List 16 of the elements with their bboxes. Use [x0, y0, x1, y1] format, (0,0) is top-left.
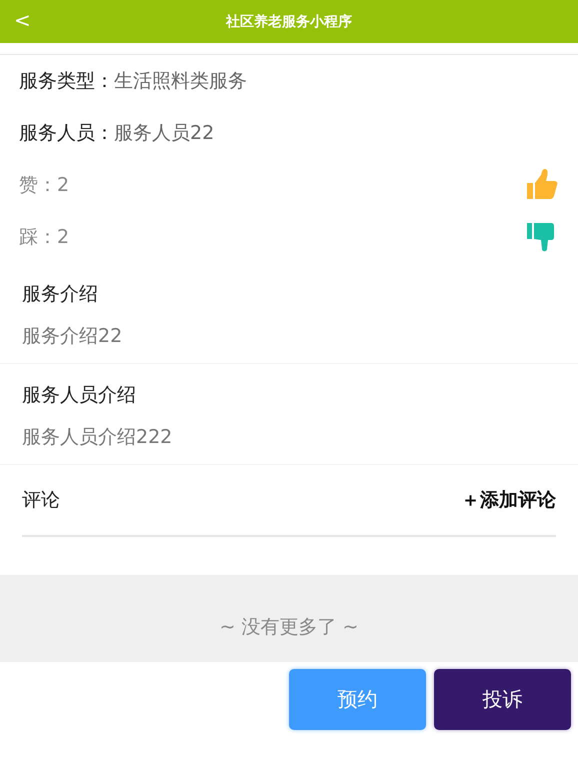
complain-button[interactable]: 投诉	[434, 669, 571, 730]
field-value: 服务人员22	[114, 121, 214, 146]
page-title: 社区养老服务小程序	[226, 12, 352, 30]
section-text: 服务人员介绍222	[22, 425, 174, 450]
field-label: 服务类型：	[19, 69, 114, 94]
field-label: 服务人员：	[19, 121, 114, 146]
end-note: ~ 没有更多了 ~	[220, 615, 358, 640]
thumbs-up-icon[interactable]	[526, 169, 558, 201]
vote-count: 踩：2	[19, 225, 70, 250]
vote-count: 赞：2	[19, 173, 70, 198]
add-comment-button[interactable]: ＋添加评论	[461, 487, 556, 513]
section-title: 服务介绍	[22, 282, 99, 307]
section-text: 服务介绍22	[22, 324, 124, 349]
section-title: 服务人员介绍	[22, 383, 137, 408]
field-value: 生活照料类服务	[114, 69, 247, 94]
comments-title: 评论	[22, 488, 60, 513]
